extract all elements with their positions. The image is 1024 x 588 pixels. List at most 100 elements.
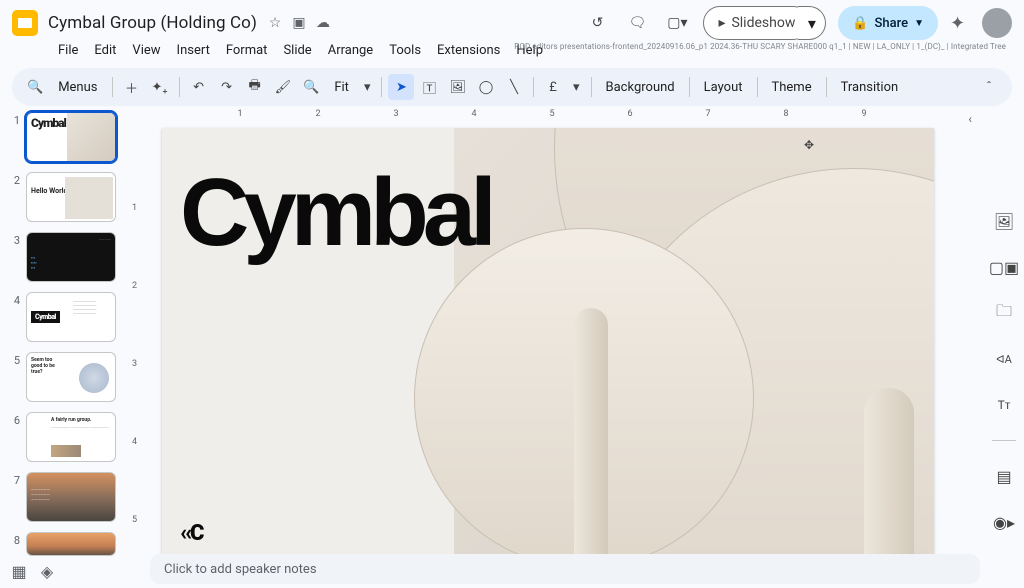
zoom-tool-button[interactable]: 🔍 bbox=[298, 74, 324, 100]
slideshow-label: Slideshow bbox=[731, 15, 795, 31]
side-panel-divider bbox=[992, 440, 1016, 441]
thumb-number: 6 bbox=[10, 412, 20, 427]
account-avatar[interactable] bbox=[982, 8, 1012, 38]
speaker-notes-icon[interactable]: ▤ bbox=[989, 461, 1019, 491]
gemini-icon[interactable]: ✦ bbox=[950, 13, 970, 33]
slide-thumbnail-7[interactable]: —————————————————— bbox=[26, 472, 116, 522]
search-menus-label[interactable]: Menus bbox=[50, 80, 105, 95]
menu-extensions[interactable]: Extensions bbox=[429, 41, 508, 60]
slide-thumbnail-1[interactable]: Cymbal bbox=[26, 112, 116, 162]
search-menus-icon[interactable]: 🔍 bbox=[22, 74, 48, 100]
line-button[interactable]: ╲ bbox=[501, 74, 527, 100]
slide-thumbnail-panel: 1 Cymbal 2 Hello World. 3 ▪▪▪▪▪▪▪▪▪▪ ———… bbox=[0, 106, 130, 588]
image-button[interactable]: 🖼 bbox=[444, 74, 471, 100]
canvas-area: 1 2 3 4 5 6 7 8 9 1 2 3 4 5 bbox=[130, 106, 984, 588]
slide-thumbnail-5[interactable]: Seem too good to be true? bbox=[26, 352, 116, 402]
slide-thumbnail-6[interactable]: A fairly run group. ———————— ———————— ——… bbox=[26, 412, 116, 462]
slide-corner-mark[interactable]: ‹‹C bbox=[180, 521, 202, 546]
slide-thumbnail-2[interactable]: Hello World. bbox=[26, 172, 116, 222]
print-button[interactable]: 🖶 bbox=[242, 74, 268, 100]
move-folder-icon[interactable]: ▣ bbox=[291, 15, 307, 31]
menu-bar: File Edit View Insert Format Slide Arran… bbox=[0, 40, 1024, 62]
menu-arrange[interactable]: Arrange bbox=[320, 41, 381, 60]
document-title[interactable]: Cymbal Group (Holding Co) bbox=[48, 13, 257, 33]
thumb-number: 3 bbox=[10, 232, 20, 247]
themes-icon[interactable]: ▢▣ bbox=[989, 252, 1019, 282]
zoom-level[interactable]: Fit bbox=[326, 80, 357, 95]
history-icon[interactable]: ↺ bbox=[583, 9, 611, 37]
new-slide-ai-button[interactable]: ✦₊ bbox=[147, 74, 173, 100]
paint-format-button[interactable]: 🖌 bbox=[270, 74, 297, 100]
select-tool-button[interactable]: ➤ bbox=[388, 74, 414, 100]
build-status-text: POD editors presentations-frontend_20240… bbox=[514, 42, 1006, 51]
collapse-toolbar-icon[interactable]: ˆ bbox=[976, 74, 1002, 100]
toolbar-separator bbox=[179, 77, 180, 97]
vertical-ruler[interactable]: 1 2 3 4 5 bbox=[130, 122, 146, 588]
layout-button[interactable]: Layout bbox=[696, 80, 751, 95]
horizontal-ruler[interactable]: 1 2 3 4 5 6 7 8 9 bbox=[146, 106, 984, 122]
thumb-number: 4 bbox=[10, 292, 20, 307]
toolbar: 🔍 Menus ＋ ✦₊ ↶ ↷ 🖶 🖌 🔍 Fit ▾ ➤ 🅃 🖼 ◯ ╲ £… bbox=[12, 68, 1012, 106]
zoom-dropdown-icon[interactable]: ▾ bbox=[359, 74, 376, 100]
folder-icon[interactable]: 🗀 bbox=[989, 298, 1019, 328]
slide-thumbnail-4[interactable]: Cymbal —————————— —————————— —————————— … bbox=[26, 292, 116, 342]
menu-format[interactable]: Format bbox=[218, 41, 276, 60]
share-label: Share bbox=[875, 16, 909, 31]
toolbar-separator bbox=[112, 77, 113, 97]
play-icon: ▸ bbox=[718, 15, 725, 31]
transition-button[interactable]: Transition bbox=[833, 80, 907, 95]
currency-dropdown-icon[interactable]: ▾ bbox=[568, 74, 585, 100]
thumb-number: 1 bbox=[10, 112, 20, 127]
title-bar: Cymbal Group (Holding Co) ☆ ▣ ☁ ↺ 🗨 ▢▾ ▸… bbox=[0, 0, 1024, 40]
side-panel: 🖼 ▢▣ 🗀 ᐊA Tᴛ ▤ ◉▸ bbox=[984, 106, 1024, 588]
menu-edit[interactable]: Edit bbox=[86, 41, 124, 60]
slide-canvas[interactable]: Cymbal ‹‹C ✥ bbox=[162, 128, 934, 562]
slideshow-dropdown[interactable]: ▾ bbox=[798, 6, 826, 40]
cloud-status-icon[interactable]: ☁ bbox=[315, 15, 331, 31]
meet-icon[interactable]: ▢▾ bbox=[663, 9, 691, 37]
slide-background-image bbox=[454, 128, 934, 562]
menu-view[interactable]: View bbox=[124, 41, 168, 60]
shape-button[interactable]: ◯ bbox=[473, 74, 499, 100]
comments-icon[interactable]: 🗨 bbox=[623, 9, 651, 37]
toolbar-separator bbox=[757, 77, 758, 97]
slides-app-icon[interactable] bbox=[12, 10, 38, 36]
chevron-down-icon: ▼ bbox=[914, 18, 924, 29]
toolbar-separator bbox=[689, 77, 690, 97]
translate-icon[interactable]: ᐊA bbox=[989, 344, 1019, 374]
expand-side-panel-icon[interactable]: ‹ bbox=[968, 112, 972, 126]
background-button[interactable]: Background bbox=[598, 80, 683, 95]
currency-button[interactable]: £ bbox=[540, 74, 566, 100]
thumb-number: 2 bbox=[10, 172, 20, 187]
menu-file[interactable]: File bbox=[50, 41, 86, 60]
present-icon[interactable]: ◉▸ bbox=[989, 507, 1019, 537]
menu-insert[interactable]: Insert bbox=[169, 41, 218, 60]
slideshow-button[interactable]: ▸ Slideshow bbox=[703, 6, 810, 40]
slide-title-logo[interactable]: Cymbal bbox=[180, 158, 491, 268]
image-options-icon[interactable]: 🖼 bbox=[989, 206, 1019, 236]
lock-icon: 🔒 bbox=[852, 16, 868, 31]
grid-view-icon[interactable]: ▦ bbox=[10, 562, 28, 580]
undo-button[interactable]: ↶ bbox=[186, 74, 212, 100]
speaker-notes-area[interactable]: Click to add speaker notes bbox=[150, 554, 980, 584]
explore-icon[interactable]: ◈ bbox=[38, 562, 56, 580]
text-tool-icon[interactable]: Tᴛ bbox=[989, 390, 1019, 420]
star-icon[interactable]: ☆ bbox=[267, 15, 283, 31]
slide-thumbnail-3[interactable]: ▪▪▪▪▪▪▪▪▪▪ ———— bbox=[26, 232, 116, 282]
slide-thumbnail-8[interactable] bbox=[26, 532, 116, 556]
toolbar-separator bbox=[533, 77, 534, 97]
redo-button[interactable]: ↷ bbox=[214, 74, 240, 100]
thumb-number: 7 bbox=[10, 472, 20, 487]
new-slide-button[interactable]: ＋ bbox=[119, 74, 145, 100]
theme-button[interactable]: Theme bbox=[764, 80, 820, 95]
toolbar-separator bbox=[826, 77, 827, 97]
menu-slide[interactable]: Slide bbox=[275, 41, 319, 60]
share-button[interactable]: 🔒 Share ▼ bbox=[838, 6, 938, 40]
textbox-button[interactable]: 🅃 bbox=[416, 74, 442, 100]
speaker-notes-placeholder: Click to add speaker notes bbox=[164, 562, 317, 577]
thumb-number: 5 bbox=[10, 352, 20, 367]
thumb-number: 8 bbox=[10, 532, 20, 547]
menu-tools[interactable]: Tools bbox=[381, 41, 429, 60]
toolbar-separator bbox=[591, 77, 592, 97]
toolbar-separator bbox=[381, 77, 382, 97]
